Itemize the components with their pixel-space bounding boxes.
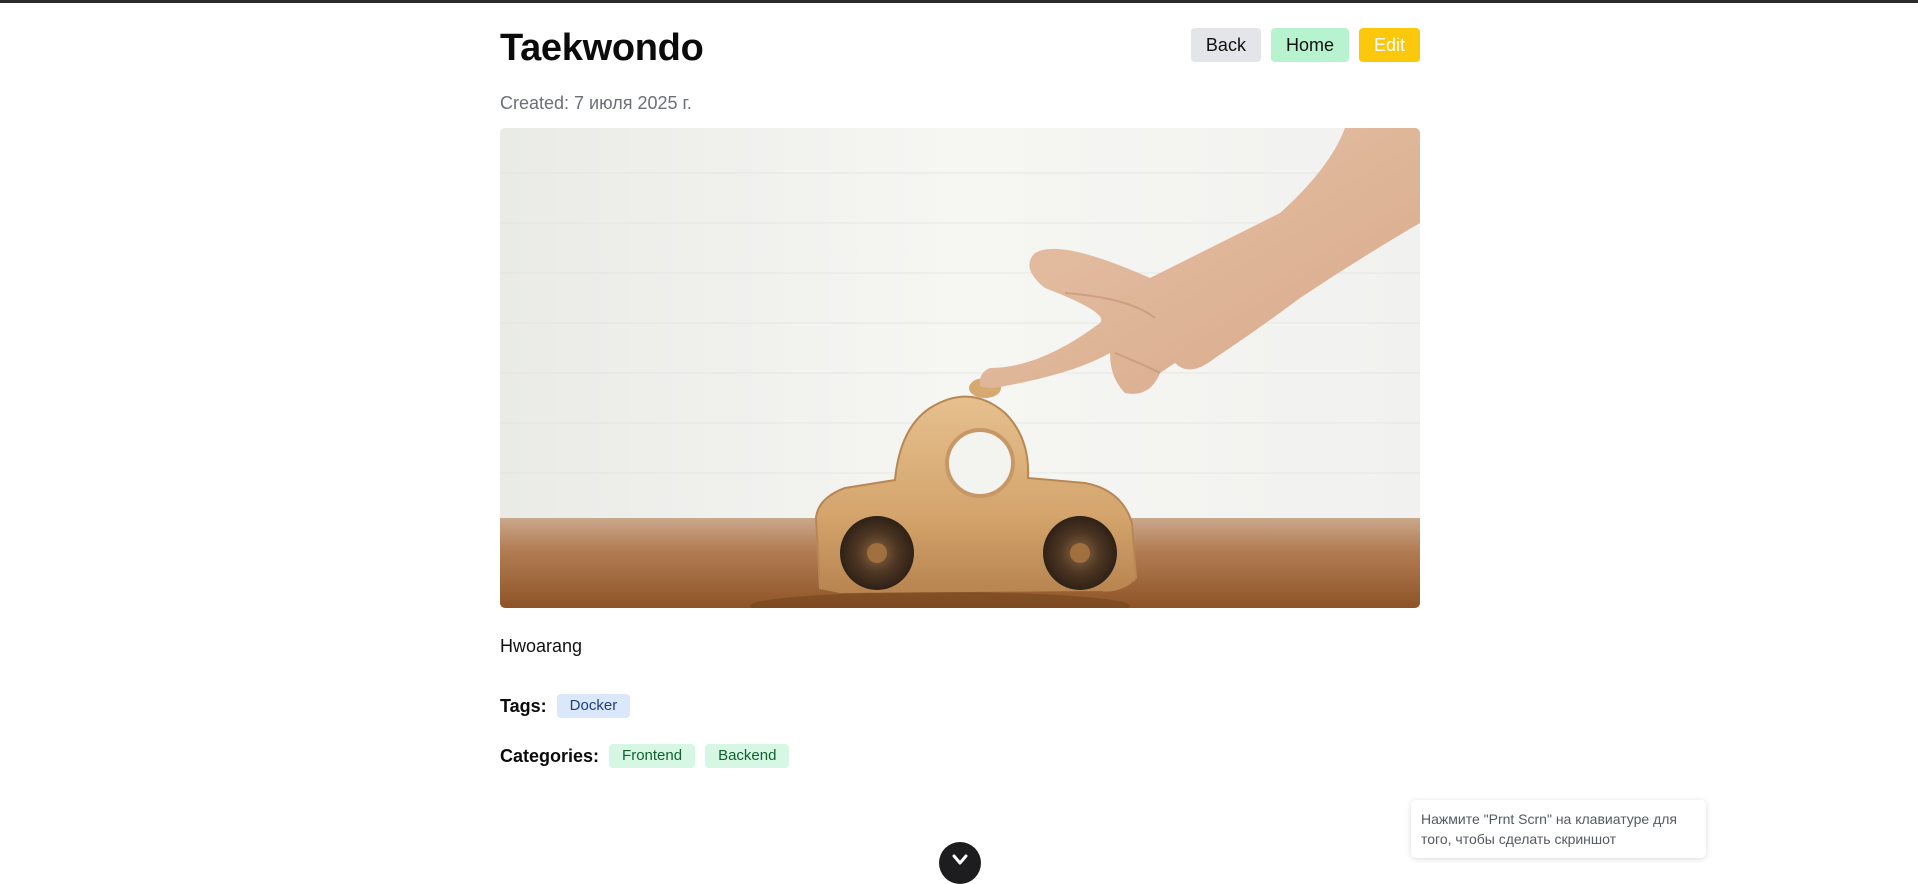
- edit-button[interactable]: Edit: [1358, 28, 1420, 62]
- category-chip[interactable]: Frontend: [609, 744, 696, 768]
- toy-car-image: [500, 128, 1420, 608]
- header-actions: Back Home Edit: [1190, 28, 1420, 62]
- scroll-down-button[interactable]: [939, 842, 981, 884]
- created-date: Created: 7 июля 2025 г.: [500, 92, 692, 114]
- created-label: Created:: [500, 93, 570, 113]
- created-value: 7 июля 2025 г.: [574, 93, 692, 113]
- tags-label: Tags:: [500, 695, 547, 716]
- tags-row: Tags: Docker: [500, 694, 631, 718]
- post-description: Hwoarang: [500, 636, 583, 656]
- post-image: [500, 128, 1420, 608]
- back-button[interactable]: Back: [1190, 28, 1261, 62]
- post-header: Taekwondo Back Home Edit: [500, 3, 1420, 69]
- screenshot-hint-toast: Нажмите "Prnt Scrn" на клавиатуре для то…: [1411, 800, 1706, 858]
- tag-chip[interactable]: Docker: [556, 694, 631, 718]
- page-title: Taekwondo: [500, 27, 704, 69]
- chevron-down-icon: [952, 854, 968, 865]
- post-detail: Taekwondo Back Home Edit Created: 7 июля …: [500, 3, 1420, 768]
- categories-row: Categories: Frontend Backend: [500, 744, 790, 768]
- category-chip[interactable]: Backend: [705, 744, 790, 768]
- categories-label: Categories:: [500, 745, 600, 766]
- home-button[interactable]: Home: [1270, 28, 1349, 62]
